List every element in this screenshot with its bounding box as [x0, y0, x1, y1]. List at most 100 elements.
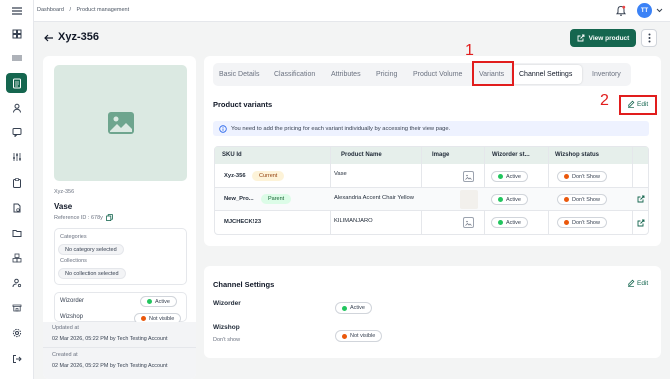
view-product-button[interactable]: View product	[570, 29, 636, 47]
variants-title: Product variants	[213, 100, 273, 109]
copy-icon[interactable]	[106, 214, 113, 221]
active-dot	[498, 220, 503, 225]
chat-icon[interactable]	[10, 125, 24, 139]
channel-wizorder-text: Active	[350, 305, 365, 311]
inactive-dot	[342, 333, 347, 339]
logout-icon[interactable]	[10, 352, 24, 366]
row-product-name: Alexandria Accent Chair Yellow	[334, 195, 414, 201]
reference-id: Reference ID : 678y	[54, 214, 113, 221]
channel-wizshop-label: Wizshop	[213, 324, 240, 331]
reference-id-text: Reference ID : 678y	[54, 214, 103, 221]
more-options-button[interactable]	[641, 29, 657, 47]
categories-value: No category selected	[58, 244, 124, 255]
tab-product-volume[interactable]: Product Volume	[413, 71, 462, 78]
channel-wizshop-status: Not visible	[335, 330, 383, 342]
row-wizorder-text: Active	[506, 196, 521, 203]
user-gear-icon[interactable]	[10, 276, 24, 290]
avatar[interactable]: TT	[637, 3, 652, 18]
channel-edit-button[interactable]: Edit	[627, 279, 648, 287]
breadcrumb-separator: /	[69, 7, 71, 13]
sliders-icon[interactable]	[10, 150, 24, 164]
row-wizorder-status: Active	[491, 171, 528, 182]
boxes-icon[interactable]	[10, 251, 24, 265]
breadcrumb: Dashboard / Product management	[37, 7, 129, 13]
view-product-label: View product	[588, 34, 630, 42]
back-arrow-icon[interactable]	[44, 34, 54, 42]
tab-pricing[interactable]: Pricing	[376, 71, 397, 78]
inactive-dot	[564, 174, 569, 179]
parent-badge: Parent	[261, 194, 292, 204]
tab-classification[interactable]: Classification	[274, 71, 315, 78]
collections-label: Collections	[60, 258, 87, 264]
left-wizorder-status-text: Active	[155, 298, 170, 305]
current-badge: Current	[252, 171, 285, 181]
channel-wizshop-sub: Don't show	[213, 337, 241, 343]
open-variant-icon[interactable]	[637, 219, 645, 227]
menu-icon[interactable]	[10, 4, 24, 18]
breadcrumb-home[interactable]: Dashboard	[37, 7, 64, 13]
col-wizshop-status: Wizshop status	[555, 152, 599, 158]
row-wizorder-status: Active	[491, 194, 528, 205]
top-bar	[34, 0, 670, 22]
product-name: Vase	[54, 202, 73, 211]
updated-value: 02 Mar 2026, 05:22 PM by Tech Testing Ac…	[52, 336, 168, 342]
row-wizshop-text: Don't Show	[572, 196, 600, 203]
col-wizorder-status: Wizorder st...	[492, 152, 530, 158]
row-product-name: Vase	[334, 171, 347, 177]
row-wizshop-status: Don't Show	[557, 194, 607, 205]
left-wizorder-status: Active	[140, 296, 177, 307]
user-icon[interactable]	[10, 101, 24, 115]
channel-edit-label: Edit	[637, 279, 649, 287]
image-placeholder-icon	[463, 217, 474, 228]
row-sku: Xyz-356	[224, 173, 246, 179]
active-dot	[498, 197, 503, 202]
inactive-dot	[564, 220, 569, 225]
inactive-dot	[141, 316, 146, 321]
tab-basic-details[interactable]: Basic Details	[219, 71, 259, 78]
edit-icon	[628, 279, 635, 287]
row-wizshop-status: Don't Show	[557, 217, 607, 228]
tab-attributes[interactable]: Attributes	[331, 71, 361, 78]
sidebar	[0, 0, 34, 379]
document-search-icon[interactable]	[10, 201, 24, 215]
external-link-icon	[577, 34, 585, 42]
info-icon	[219, 124, 227, 133]
inactive-dot	[564, 197, 569, 202]
row-wizshop-status: Don't Show	[557, 171, 607, 182]
dashboard-icon[interactable]	[10, 27, 24, 41]
product-icon[interactable]	[6, 73, 27, 93]
folder-icon[interactable]	[10, 226, 24, 240]
image-icon	[107, 112, 134, 134]
page-title: Xyz-356	[58, 31, 99, 43]
row-sku: MJCHECK!23	[224, 219, 262, 225]
tab-channel-settings[interactable]: Channel Settings	[519, 71, 572, 78]
annotation-box-edit	[619, 95, 657, 115]
more-vertical-icon	[648, 33, 650, 43]
image-placeholder-icon	[463, 171, 474, 182]
channel-wizshop-text: Not visible	[350, 333, 376, 339]
row-sku: New_Pro...	[224, 196, 254, 202]
settings-icon[interactable]	[10, 326, 24, 340]
barcode-icon[interactable]	[10, 51, 24, 65]
row-wizorder-text: Active	[506, 219, 521, 226]
clipboard-icon[interactable]	[10, 176, 24, 190]
updated-label: Updated at	[52, 325, 79, 331]
collections-value: No collection selected	[58, 268, 126, 279]
channel-wizorder-status: Active	[335, 302, 372, 314]
row-product-name: KILIMANJARO	[334, 218, 373, 224]
col-sku-id: SKU Id	[222, 152, 242, 158]
tab-inventory[interactable]: Inventory	[592, 71, 621, 78]
row-wizorder-text: Active	[506, 173, 521, 180]
open-variant-icon[interactable]	[637, 195, 645, 203]
annotation-number-1: 1	[465, 42, 474, 59]
annotation-number-2: 2	[600, 92, 609, 109]
row-wizshop-text: Don't Show	[572, 219, 600, 226]
created-label: Created at	[52, 352, 78, 358]
col-product-name: Product Name	[341, 152, 382, 158]
chevron-down-icon[interactable]	[656, 8, 663, 13]
breadcrumb-current: Product management	[76, 7, 130, 13]
left-wizorder-label: Wizorder	[60, 298, 85, 304]
store-icon[interactable]	[10, 300, 24, 314]
product-sku: Xyz-356	[54, 189, 75, 195]
bell-icon[interactable]	[616, 5, 626, 17]
